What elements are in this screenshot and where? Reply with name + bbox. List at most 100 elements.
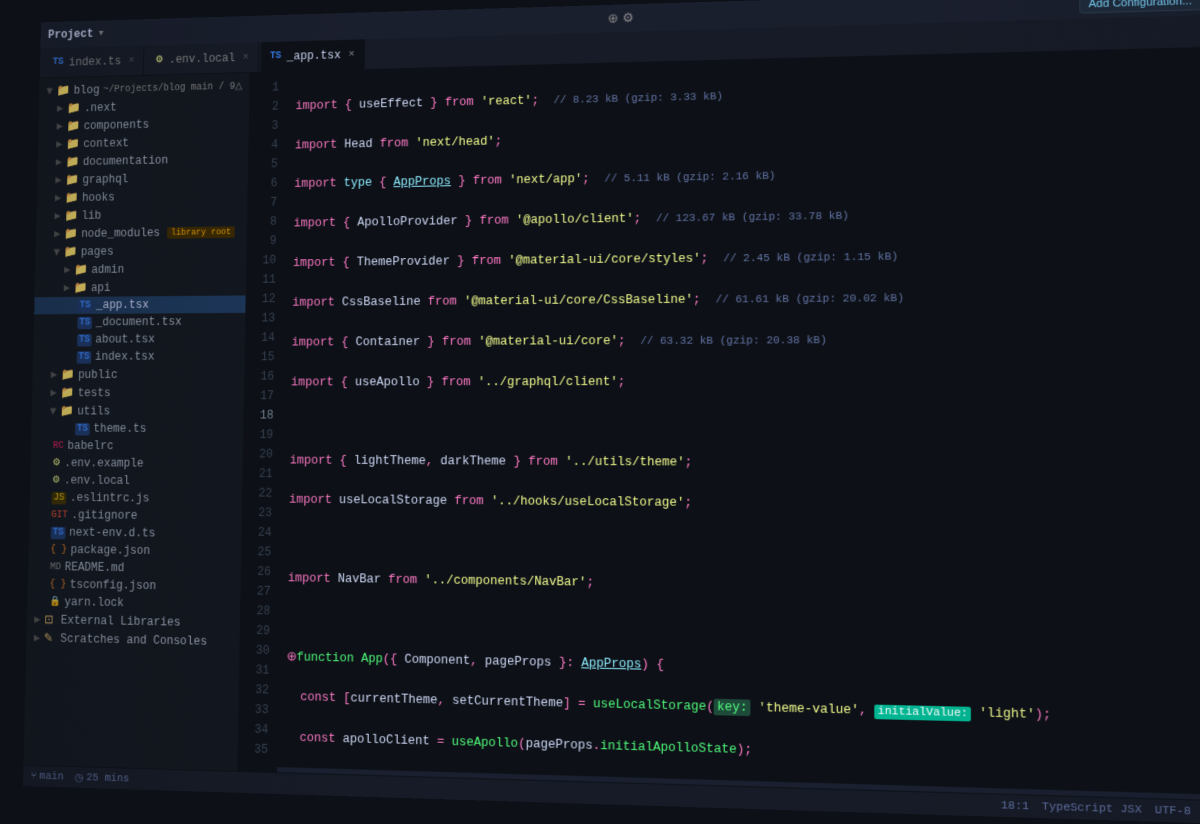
tab-close-icon[interactable]: × <box>128 55 134 66</box>
folder-icon: 📁 <box>67 101 81 115</box>
md-file-icon: MD <box>50 562 61 573</box>
main-area: ▶ 📁 blog ~/Projects/blog main / 9△ ▶ 📁 .… <box>24 48 1200 801</box>
sidebar-item-app-tsx[interactable]: TS _app.tsx <box>34 295 245 314</box>
sidebar-item-label: tsconfig.json <box>70 578 157 593</box>
sidebar-item-public[interactable]: ▶ 📁 public <box>33 365 245 384</box>
sidebar-item-label: graphql <box>82 172 128 186</box>
line-number: 6 <box>247 174 277 194</box>
sidebar-item-about-tsx[interactable]: TS about.tsx <box>33 330 245 348</box>
scratches-icon: ✎ <box>44 631 54 646</box>
add-config-button[interactable]: Add Configuration... <box>1079 0 1200 14</box>
status-encoding: UTF-8 <box>1155 804 1191 818</box>
tab-env-local[interactable]: ⚙ .env.local × <box>146 42 259 74</box>
code-line-7: import { Container } from '@material-ui/… <box>292 328 1200 353</box>
line-number: 14 <box>245 328 275 348</box>
env-file-icon: ⚙ <box>52 475 60 487</box>
line-number: 26 <box>241 562 272 582</box>
status-language: TypeScript JSX <box>1042 801 1142 817</box>
code-line-1: import { useEffect } from 'react'; // 8.… <box>295 74 1200 117</box>
sidebar-item-label: .env.example <box>64 457 144 471</box>
status-position[interactable]: 18:1 <box>1001 799 1029 813</box>
sidebar-item-gitignore[interactable]: GIT .gitignore <box>29 506 242 525</box>
rc-file-icon: RC <box>53 441 64 452</box>
sidebar-item-admin[interactable]: ▶ 📁 admin <box>35 259 246 279</box>
sidebar-item-babelrc[interactable]: RC babelrc <box>31 437 243 455</box>
line-number: 10 <box>246 251 276 271</box>
chevron-icon: ▶ <box>55 175 61 185</box>
line-number: 16 <box>244 367 274 386</box>
js-file-icon: JS <box>52 492 67 505</box>
tab-app-tsx[interactable]: TS _app.tsx × <box>261 39 366 72</box>
tab-label: index.ts <box>69 54 121 69</box>
line-number: 33 <box>238 700 269 721</box>
line-number-active: 18 <box>243 406 273 425</box>
line-number: 23 <box>242 503 272 523</box>
chevron-down-icon: ▾ <box>99 28 104 39</box>
env-icon: ⚙ <box>155 54 163 66</box>
sidebar-item-tests[interactable]: ▶ 📁 tests <box>32 384 244 402</box>
sidebar-item-label: tests <box>77 386 110 399</box>
search-icon[interactable]: ⊕ <box>608 11 619 26</box>
tab-index-ts[interactable]: TS index.ts × <box>43 46 144 78</box>
sidebar-item-theme-ts[interactable]: TS theme.ts <box>31 420 243 438</box>
sidebar-item-label: components <box>83 118 149 133</box>
git-icon: ⑂ <box>30 770 36 782</box>
sidebar-item-scratches[interactable]: ▶ ✎ Scratches and Consoles <box>26 629 239 652</box>
file-tree-sidebar: ▶ 📁 blog ~/Projects/blog main / 9△ ▶ 📁 .… <box>24 73 250 771</box>
sidebar-item-api[interactable]: ▶ 📁 api <box>35 277 246 297</box>
sidebar-item-label: babelrc <box>67 439 113 453</box>
sidebar-item-label: admin <box>91 263 124 277</box>
folder-icon: 📁 <box>63 245 77 259</box>
code-line-6: import CssBaseline from '@material-ui/co… <box>292 285 1200 313</box>
tab-close-icon[interactable]: × <box>348 49 354 61</box>
branch-name: main <box>39 770 64 782</box>
folder-icon: 📁 <box>65 173 79 187</box>
code-line-8: import { useApollo } from '../graphql/cl… <box>291 371 1200 393</box>
line-number: 31 <box>239 660 270 680</box>
settings-icon[interactable]: ⚙ <box>622 10 634 25</box>
folder-icon: 📁 <box>61 367 75 381</box>
sidebar-item-document-tsx[interactable]: TS _document.tsx <box>34 313 246 332</box>
folder-icon: 📁 <box>56 83 70 97</box>
line-number: 2 <box>249 97 279 117</box>
line-number: 9 <box>246 231 276 251</box>
chevron-open-icon: ▶ <box>49 408 58 415</box>
branch-info: ~/Projects/blog main / 9△ <box>103 80 242 95</box>
external-libs-icon: ⊡ <box>44 613 54 628</box>
line-number: 15 <box>244 348 274 367</box>
folder-icon: 📁 <box>64 209 78 223</box>
sidebar-item-index-tsx[interactable]: TS index.tsx <box>33 348 245 366</box>
sidebar-item-label: package.json <box>70 543 150 558</box>
folder-icon: 📁 <box>64 227 78 241</box>
chevron-open-icon: ▶ <box>52 249 61 256</box>
sidebar-item-utils[interactable]: ▶ 📁 utils <box>32 402 244 420</box>
typescript-icon: TS <box>53 57 64 68</box>
status-branch[interactable]: ⑂ main <box>30 770 63 783</box>
tsx-file-icon: TS <box>77 316 92 328</box>
sidebar-item-label: pages <box>81 245 114 259</box>
chevron-icon: ▶ <box>56 139 62 149</box>
sidebar-item-label: blog <box>73 83 99 97</box>
tab-label: .env.local <box>169 51 236 66</box>
chevron-icon: ▶ <box>34 633 41 643</box>
folder-icon: 📁 <box>65 191 79 205</box>
app-container: Project ▾ ⊕ ⚙ Add Configuration... TS in… <box>23 0 1200 824</box>
line-number: 12 <box>245 289 275 309</box>
line-number: 27 <box>240 582 271 602</box>
sidebar-item-env-example[interactable]: ⚙ .env.example <box>30 454 242 472</box>
sidebar-item-pages[interactable]: ▶ 📁 pages <box>35 241 246 262</box>
code-line-9 <box>290 412 1200 434</box>
sidebar-item-eslintrc[interactable]: JS .eslintrc.js <box>30 489 243 508</box>
code-editor[interactable]: import { useEffect } from 'react'; // 8.… <box>277 48 1200 801</box>
folder-icon: 📁 <box>65 155 79 169</box>
tab-close-icon[interactable]: × <box>242 52 248 64</box>
code-line-16: const [currentTheme, setCurrentTheme] = … <box>286 687 1200 731</box>
json-file-icon: { } <box>50 544 67 555</box>
chevron-icon: ▶ <box>51 370 57 380</box>
line-number: 7 <box>247 193 277 213</box>
sidebar-item-label: utils <box>77 404 110 417</box>
code-line-5: import { ThemeProvider } from '@material… <box>293 243 1200 274</box>
sidebar-item-env-local[interactable]: ⚙ .env.local <box>30 472 242 491</box>
line-number: 3 <box>248 116 278 136</box>
folder-icon: 📁 <box>73 281 87 295</box>
